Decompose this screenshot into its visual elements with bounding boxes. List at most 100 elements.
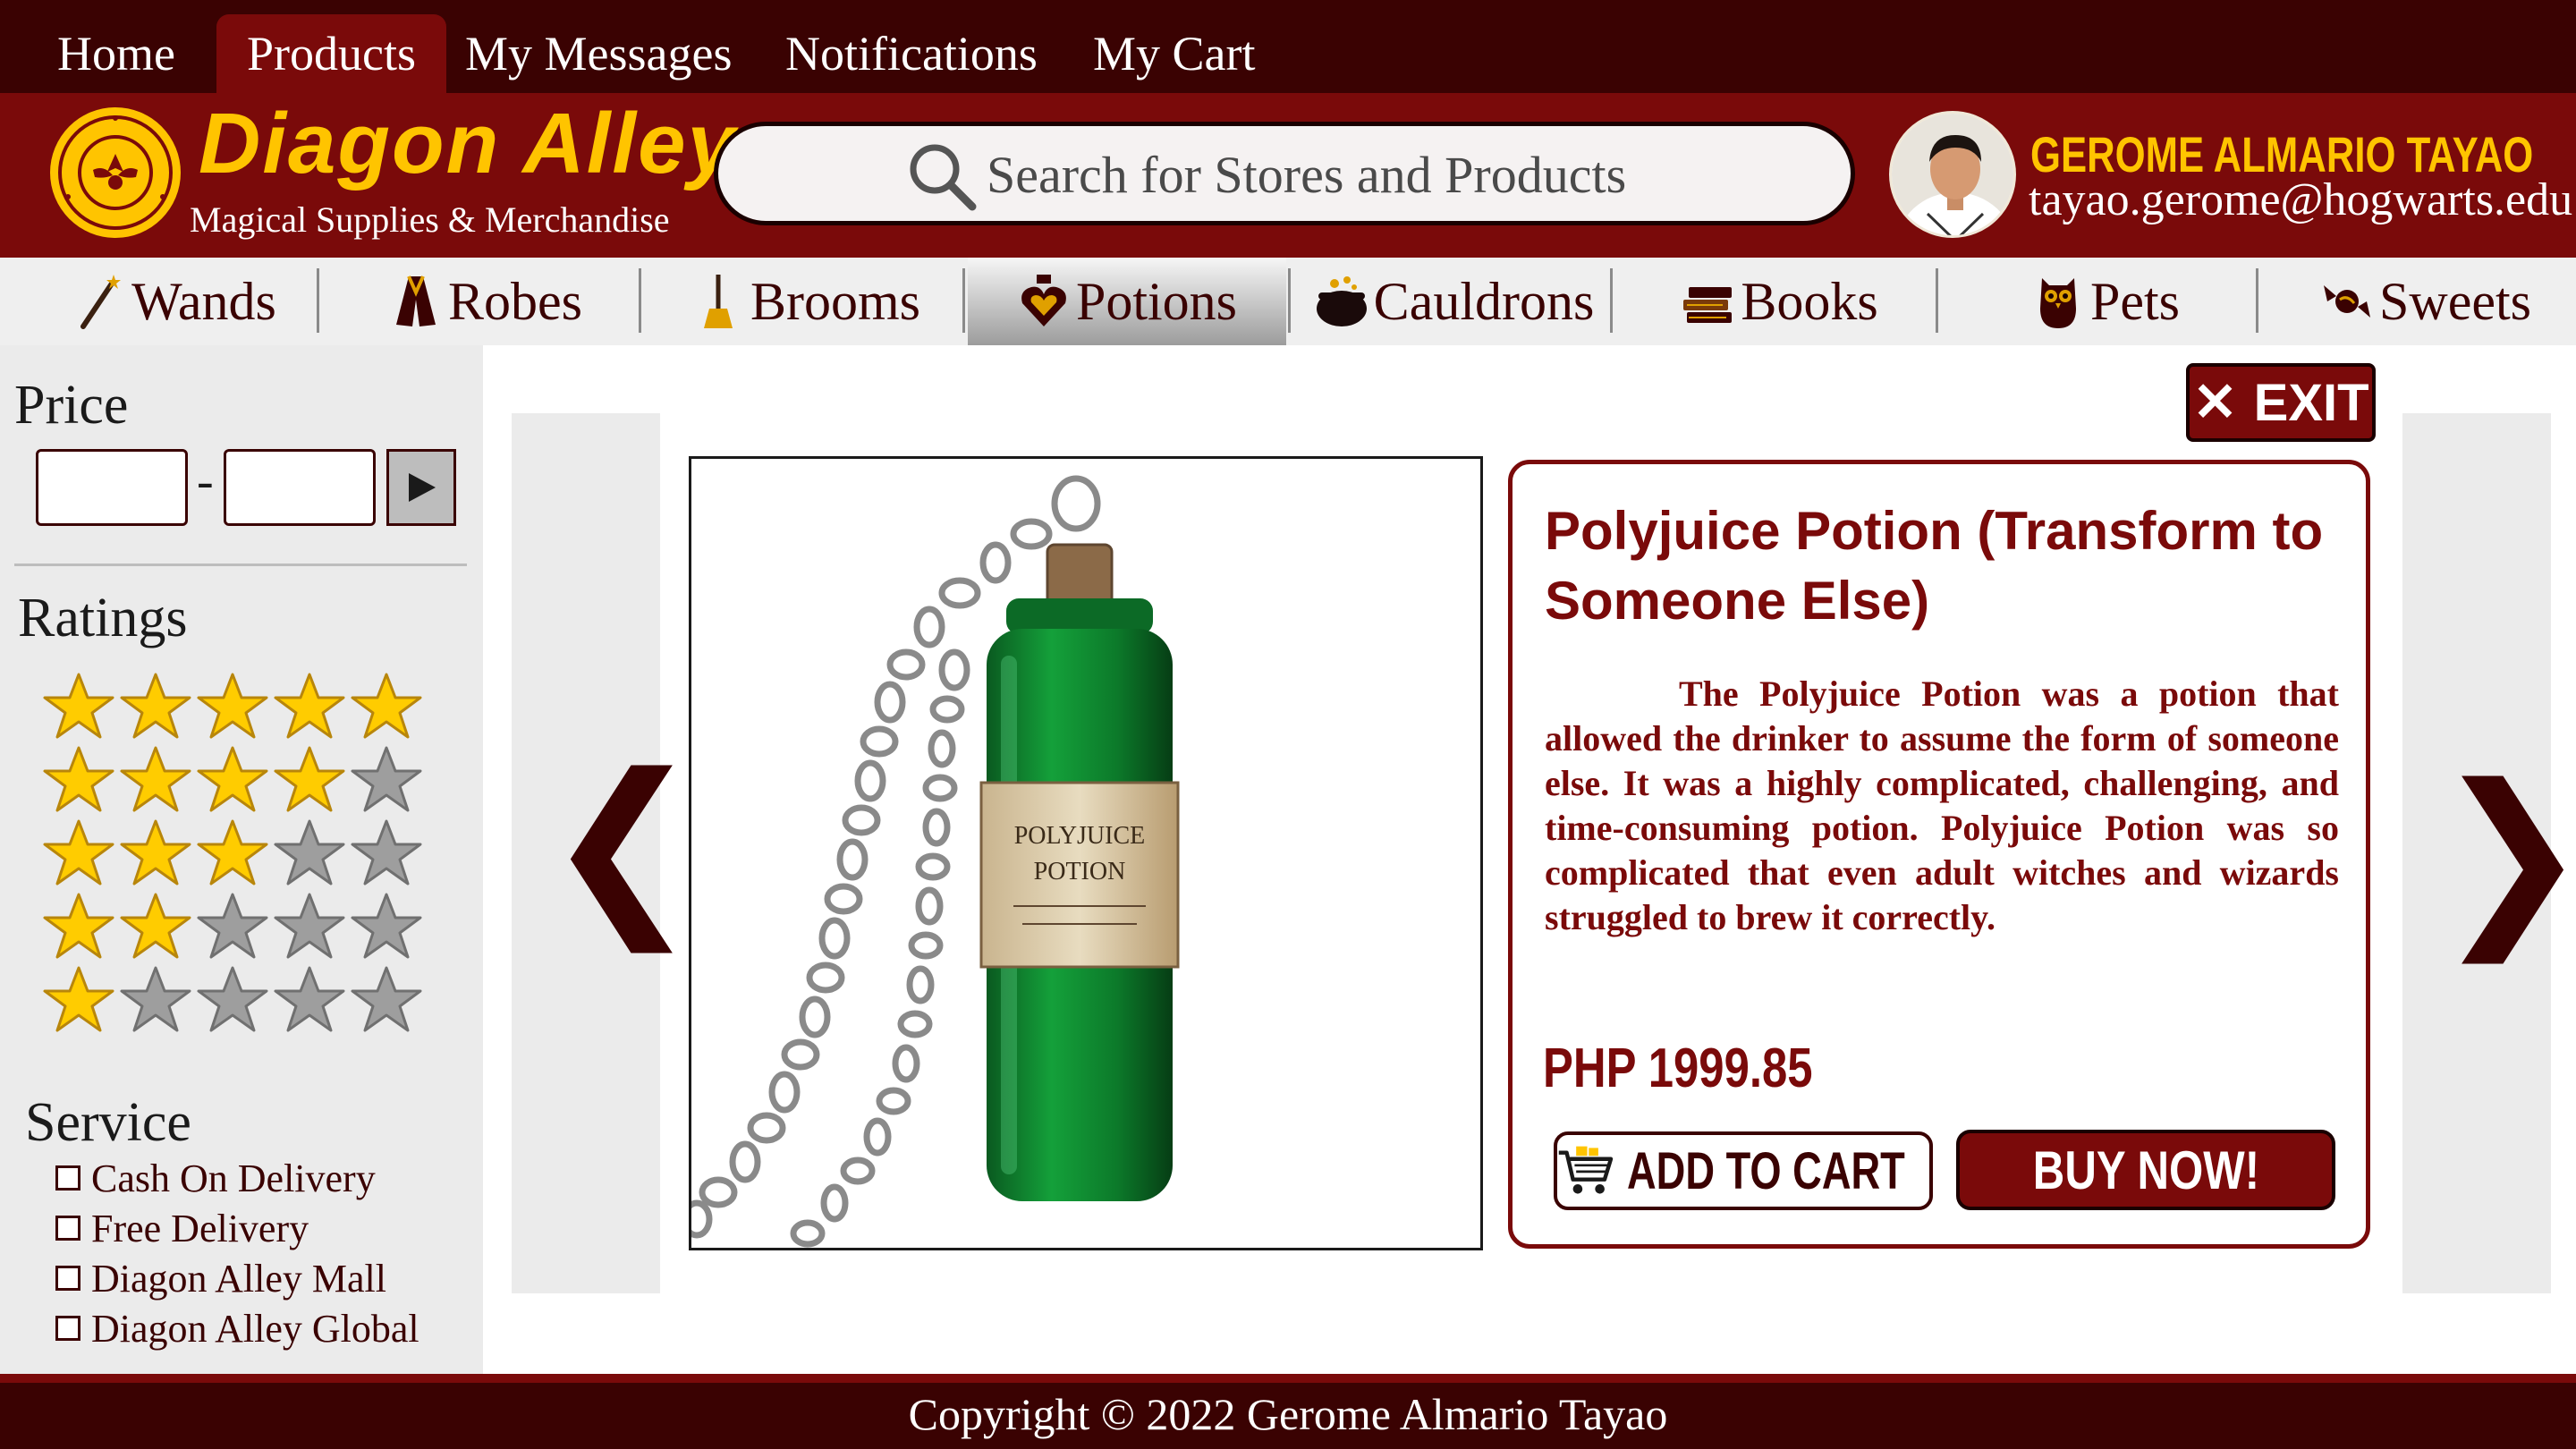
product-details-card: Polyjuice Potion (Transform to Someone E… xyxy=(1508,460,2370,1249)
buy-now-button[interactable]: BUY NOW! xyxy=(1956,1130,2335,1210)
star-filled-icon xyxy=(43,673,114,739)
star-filled-icon xyxy=(120,893,191,959)
user-email: tayao.gerome@hogwarts.edu xyxy=(2029,174,2573,225)
category-sweets[interactable]: Sweets xyxy=(2275,258,2576,345)
close-icon: ✕ xyxy=(2192,372,2238,432)
user-avatar[interactable] xyxy=(1889,111,2016,238)
add-to-cart-button[interactable]: ADD TO CART xyxy=(1554,1131,1933,1210)
exit-label: EXIT xyxy=(2253,373,2369,432)
category-pets[interactable]: Pets xyxy=(1955,258,2256,345)
service-diagon-alley-mall[interactable]: Diagon Alley Mall xyxy=(55,1256,386,1301)
category-label: Books xyxy=(1741,271,1878,331)
product-image: POLYJUICE POTION xyxy=(689,456,1483,1250)
nav-my-cart[interactable]: My Cart xyxy=(1063,14,1286,93)
star-empty-icon xyxy=(197,966,268,1032)
logo-tagline: Magical Supplies & Merchandise xyxy=(190,199,670,240)
nav-my-messages[interactable]: My Messages xyxy=(435,14,762,93)
star-filled-icon xyxy=(274,673,345,739)
diagon-alley-emblem-icon[interactable] xyxy=(50,107,181,238)
top-navigation: Home Products My Messages Notifications … xyxy=(0,0,2576,93)
exit-button[interactable]: ✕ EXIT xyxy=(2186,363,2376,442)
footer: Copyright © 2022 Gerome Almario Tayao xyxy=(0,1374,2576,1449)
star-empty-icon xyxy=(274,966,345,1032)
star-empty-icon xyxy=(197,893,268,959)
star-filled-icon xyxy=(43,819,114,886)
category-divider xyxy=(1936,268,1938,333)
category-label: Pets xyxy=(2089,271,2181,331)
service-label: Cash On Delivery xyxy=(91,1156,376,1200)
nav-products[interactable]: Products xyxy=(216,14,446,93)
star-empty-icon xyxy=(351,966,422,1032)
copyright-text: Copyright © 2022 Gerome Almario Tayao xyxy=(908,1389,1668,1439)
price-heading: Price xyxy=(14,375,129,436)
next-product-button[interactable]: ❯ xyxy=(2402,413,2576,1293)
category-cauldrons[interactable]: Cauldrons xyxy=(1304,258,1605,345)
category-divider xyxy=(2256,268,2258,333)
star-filled-icon xyxy=(120,746,191,812)
cart-icon xyxy=(1558,1146,1614,1194)
category-potions[interactable]: Potions xyxy=(968,258,1286,345)
category-brooms[interactable]: Brooms xyxy=(658,258,953,345)
add-to-cart-label: ADD TO CART xyxy=(1626,1141,1905,1200)
broom-icon xyxy=(703,275,733,328)
logo-title[interactable]: Diagon Alley xyxy=(199,95,737,193)
price-apply-button[interactable] xyxy=(386,449,456,526)
play-icon xyxy=(409,473,436,502)
product-title: Polyjuice Potion (Transform to Someone E… xyxy=(1545,501,2324,631)
service-label: Diagon Alley Global xyxy=(91,1306,419,1351)
checkbox[interactable] xyxy=(55,1266,80,1291)
site-header: Diagon Alley Magical Supplies & Merchand… xyxy=(0,93,2576,258)
service-label: Free Delivery xyxy=(91,1206,309,1250)
star-filled-icon xyxy=(197,673,268,739)
star-empty-icon xyxy=(274,893,345,959)
svg-text:POTION: POTION xyxy=(1034,858,1126,886)
star-filled-icon xyxy=(197,746,268,812)
rating-option-5[interactable] xyxy=(41,671,426,741)
star-filled-icon xyxy=(351,673,422,739)
sidebar-divider xyxy=(14,564,467,566)
service-heading: Service xyxy=(25,1092,191,1153)
rating-option-2[interactable] xyxy=(41,891,426,961)
service-cash-on-delivery[interactable]: Cash On Delivery xyxy=(55,1156,376,1200)
price-min-input[interactable] xyxy=(36,449,188,526)
search-bar[interactable] xyxy=(714,122,1855,225)
service-diagon-alley-global[interactable]: Diagon Alley Global xyxy=(55,1306,419,1351)
chevron-right-icon: ❯ xyxy=(2433,744,2576,963)
category-robes[interactable]: Robes xyxy=(340,258,631,345)
buy-now-label: BUY NOW! xyxy=(2032,1140,2259,1200)
category-label: Brooms xyxy=(750,271,921,331)
category-label: Robes xyxy=(448,271,582,331)
rating-option-3[interactable] xyxy=(41,818,426,887)
rating-option-4[interactable] xyxy=(41,744,426,814)
category-divider xyxy=(962,268,965,333)
ratings-heading: Ratings xyxy=(18,588,188,648)
star-filled-icon xyxy=(43,893,114,959)
star-filled-icon xyxy=(197,819,268,886)
category-divider xyxy=(1288,268,1291,333)
category-books[interactable]: Books xyxy=(1630,258,1930,345)
service-label: Diagon Alley Mall xyxy=(91,1256,386,1301)
bottle-label-text: POLYJUICE xyxy=(1014,822,1146,850)
category-wands[interactable]: Wands xyxy=(27,258,322,345)
candy-icon xyxy=(2324,285,2370,318)
checkbox[interactable] xyxy=(55,1165,80,1191)
nav-notifications[interactable]: Notifications xyxy=(755,14,1068,93)
search-icon[interactable] xyxy=(906,140,978,212)
nav-home[interactable]: Home xyxy=(27,14,206,93)
category-label: Sweets xyxy=(2379,271,2531,331)
rating-option-1[interactable] xyxy=(41,964,426,1034)
checkbox[interactable] xyxy=(55,1316,80,1341)
owl-icon xyxy=(2039,278,2076,328)
category-divider xyxy=(639,268,641,333)
product-price: PHP 1999.85 xyxy=(1543,1038,1813,1099)
search-input[interactable] xyxy=(987,139,1792,210)
previous-product-button[interactable]: ❮ xyxy=(512,413,701,1293)
price-max-input[interactable] xyxy=(224,449,376,526)
category-divider xyxy=(317,268,319,333)
service-free-delivery[interactable]: Free Delivery xyxy=(55,1206,309,1250)
category-bar: Wands Robes Brooms Potions Cauldrons Boo… xyxy=(0,258,2576,345)
checkbox[interactable] xyxy=(55,1216,80,1241)
star-empty-icon xyxy=(351,893,422,959)
potion-icon xyxy=(1021,275,1066,326)
star-filled-icon xyxy=(274,746,345,812)
